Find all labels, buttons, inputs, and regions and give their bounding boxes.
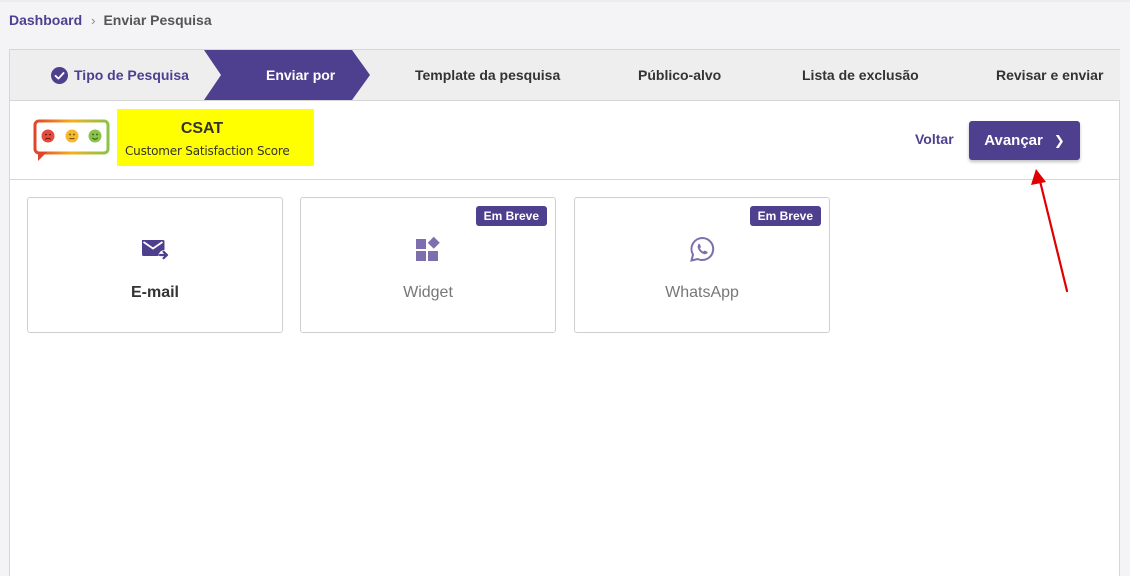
channel-label: Widget — [403, 284, 453, 301]
back-button[interactable]: Voltar — [915, 131, 954, 147]
survey-subtitle: Customer Satisfaction Score — [125, 144, 290, 158]
channel-card-whatsapp[interactable]: Em Breve WhatsApp — [574, 197, 830, 333]
next-button-label: Avançar — [984, 132, 1043, 149]
csat-faces-icon — [33, 119, 110, 161]
breadcrumb-separator: › — [91, 12, 96, 28]
coming-soon-badge: Em Breve — [475, 206, 547, 226]
step-review-send[interactable]: Revisar e enviar — [996, 50, 1103, 100]
step-label: Lista de exclusão — [802, 67, 919, 83]
top-divider — [0, 0, 1130, 2]
channel-label: WhatsApp — [665, 284, 739, 301]
next-button[interactable]: Avançar ❯ — [969, 121, 1080, 160]
channel-label: E-mail — [130, 284, 179, 301]
breadcrumb: Dashboard › Enviar Pesquisa — [9, 11, 212, 29]
channel-card-email[interactable]: E-mail — [27, 197, 283, 333]
step-send-by[interactable]: Enviar por — [266, 50, 335, 100]
step-audience[interactable]: Público-alvo — [638, 50, 721, 100]
breadcrumb-current: Enviar Pesquisa — [103, 12, 212, 28]
step-label: Template da pesquisa — [415, 67, 561, 83]
main-panel: Tipo de Pesquisa Enviar por Template da … — [9, 49, 1120, 576]
widgets-icon — [416, 236, 440, 261]
survey-type-highlight: CSAT Customer Satisfaction Score — [117, 109, 314, 166]
step-survey-template[interactable]: Template da pesquisa — [415, 50, 560, 100]
whatsapp-icon — [690, 236, 715, 262]
survey-title: CSAT — [180, 120, 224, 137]
step-label: Revisar e enviar — [996, 67, 1104, 83]
email-send-icon — [142, 240, 169, 260]
step-survey-type[interactable]: Tipo de Pesquisa — [51, 50, 189, 100]
survey-header: CSAT Customer Satisfaction Score Voltar … — [10, 101, 1120, 180]
check-circle-icon — [51, 66, 68, 84]
stepper: Tipo de Pesquisa Enviar por Template da … — [10, 50, 1120, 101]
step-label: Enviar por — [266, 67, 336, 83]
coming-soon-badge: Em Breve — [749, 206, 821, 226]
breadcrumb-dashboard-link[interactable]: Dashboard — [9, 12, 82, 28]
step-exclusion-list[interactable]: Lista de exclusão — [802, 50, 919, 100]
channel-card-widget[interactable]: Em Breve Widget — [300, 197, 556, 333]
chevron-right-icon: ❯ — [1053, 132, 1065, 148]
step-label: Público-alvo — [638, 67, 722, 83]
step-label: Tipo de Pesquisa — [74, 67, 189, 83]
annotation-arrow — [1031, 169, 1069, 293]
